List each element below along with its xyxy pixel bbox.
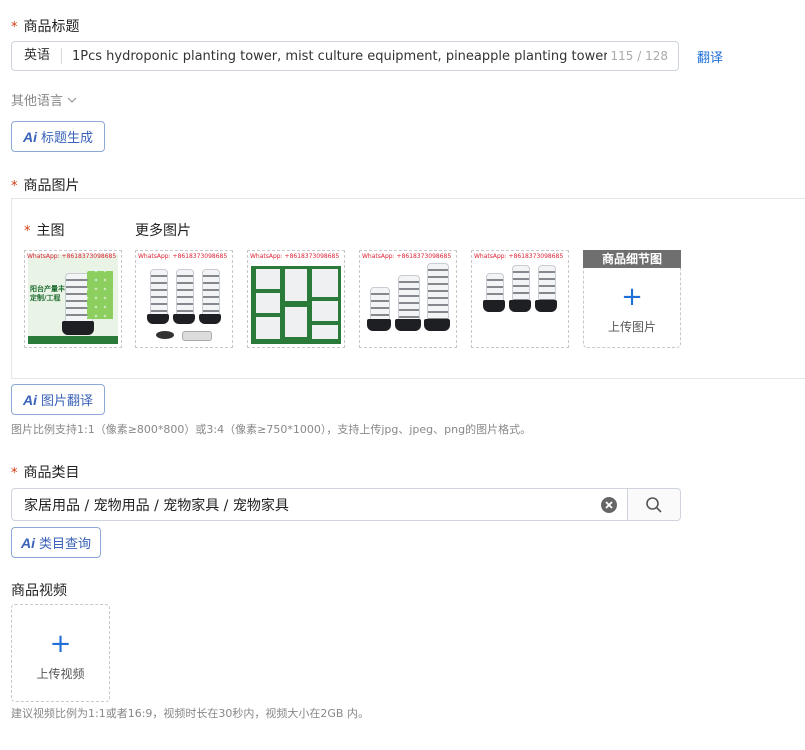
category-value: 家居用品 / 宠物用品 / 宠物家具 / 宠物家具 [24, 497, 289, 514]
other-languages-toggle[interactable]: 其他语言 [11, 90, 77, 109]
upload-video-label: 上传视频 [36, 666, 85, 681]
image-format-hint: 图片比例支持1:1（像素≥800*800）或3:4（像素≥750*1000），支… [11, 423, 532, 436]
title-input[interactable]: 英语 1Pcs hydroponic planting tower, mist … [11, 41, 679, 71]
search-button[interactable] [627, 489, 680, 520]
plus-icon: + [49, 628, 72, 659]
more-image-thumb[interactable]: WhatsApp: +8618373098685 [135, 250, 233, 348]
chevron-down-icon [67, 97, 77, 103]
images-field-label: * 商品图片 [11, 178, 80, 194]
category-input[interactable]: 家居用品 / 宠物用品 / 宠物家具 / 宠物家具 [11, 488, 681, 521]
ai-title-generate-button[interactable]: Ai 标题生成 [11, 121, 105, 152]
video-field-label: 商品视频 [11, 583, 67, 599]
detail-image-header: 商品细节图 [583, 250, 681, 268]
char-counter: 115 / 128 [610, 49, 668, 63]
ai-icon: Ai [20, 534, 35, 551]
upload-image-label: 上传图片 [607, 319, 656, 334]
main-image-thumb[interactable]: WhatsApp: +8618373098685 阳台产量丰 定制/工程 [24, 250, 122, 348]
more-image-thumb[interactable]: WhatsApp: +8618373098685 [471, 250, 569, 348]
more-image-thumb[interactable]: WhatsApp: +8618373098685 [247, 250, 345, 348]
title-field-label: * 商品标题 [11, 19, 80, 35]
title-text[interactable]: 1Pcs hydroponic planting tower, mist cul… [62, 49, 607, 64]
video-hint: 建议视频比例为1:1或者16:9，视频时长在30秒内，视频大小在2GB 内。 [11, 707, 369, 720]
ai-category-query-button[interactable]: Ai 类目查询 [11, 527, 101, 558]
language-selector[interactable]: 英语 [12, 48, 63, 64]
more-image-thumb[interactable]: WhatsApp: +8618373098685 [359, 250, 457, 348]
ai-image-translate-button[interactable]: Ai 图片翻译 [11, 384, 105, 415]
category-field-label: * 商品类目 [11, 465, 80, 481]
clear-icon[interactable] [591, 496, 627, 514]
main-image-label: * 主图 [24, 223, 65, 239]
video-upload[interactable]: + 上传视频 [11, 604, 110, 702]
more-images-label: 更多图片 [135, 223, 191, 239]
detail-image-upload[interactable]: 商品细节图 + 上传图片 [583, 250, 681, 348]
ai-icon: Ai [22, 128, 37, 145]
translate-link[interactable]: 翻译 [697, 47, 723, 66]
search-icon [646, 496, 662, 513]
ai-icon: Ai [22, 391, 37, 408]
plus-icon: + [621, 281, 643, 312]
